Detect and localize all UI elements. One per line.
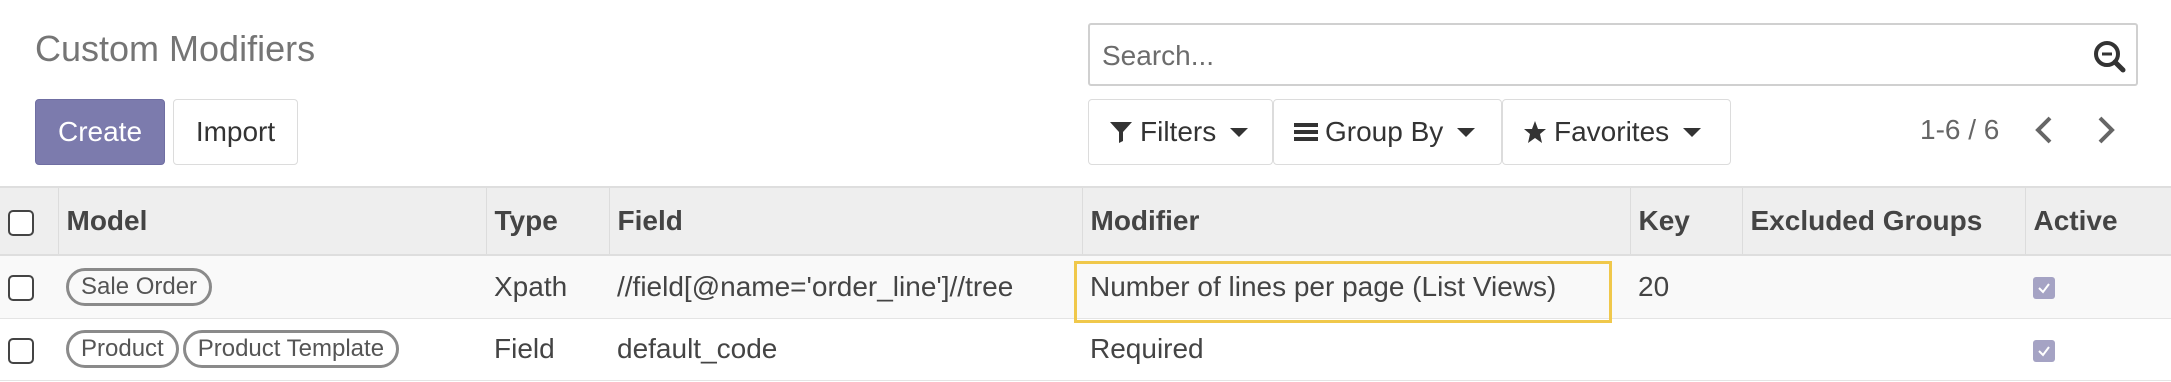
chevron-down-icon bbox=[1457, 127, 1476, 137]
group-by-dropdown[interactable]: Group By bbox=[1273, 99, 1502, 165]
column-header-active[interactable]: Active bbox=[2025, 186, 2171, 256]
key-cell[interactable]: 20 bbox=[1630, 255, 1742, 319]
table-row[interactable]: Sale Order Xpath //field[@name='order_li… bbox=[0, 255, 2171, 319]
chevron-down-icon bbox=[1683, 127, 1702, 137]
column-header-type[interactable]: Type bbox=[486, 186, 610, 256]
table-row[interactable]: Product Product Template Field default_co… bbox=[0, 318, 2171, 381]
chevron-left-icon[interactable] bbox=[2030, 112, 2060, 148]
chevron-right-icon[interactable] bbox=[2090, 112, 2120, 148]
type-cell[interactable]: Field bbox=[486, 318, 609, 381]
select-all-cell bbox=[0, 186, 59, 256]
type-cell[interactable]: Xpath bbox=[486, 255, 609, 319]
pager-value[interactable]: 1-6 / 6 bbox=[1920, 114, 1999, 146]
field-cell[interactable]: default_code bbox=[609, 318, 1082, 381]
active-checkbox[interactable] bbox=[2033, 339, 2055, 362]
row-checkbox[interactable] bbox=[8, 275, 34, 302]
column-header-field[interactable]: Field bbox=[609, 186, 1083, 256]
model-cell[interactable]: Product Product Template bbox=[58, 318, 486, 381]
search-bar bbox=[1088, 23, 2138, 86]
table-header: Model Type Field Modifier Key Excluded G… bbox=[0, 186, 2171, 256]
chevron-down-icon bbox=[1230, 127, 1249, 137]
key-cell[interactable] bbox=[1630, 318, 1742, 381]
row-select-cell bbox=[0, 255, 58, 319]
model-tag: Product Template bbox=[182, 330, 400, 368]
modifier-cell[interactable]: Number of lines per page (List Views) bbox=[1082, 255, 1630, 319]
search-input[interactable] bbox=[1100, 25, 2064, 86]
model-tag: Sale Order bbox=[66, 267, 213, 306]
excluded-groups-cell[interactable] bbox=[1742, 255, 2025, 319]
checkmark-icon bbox=[2038, 283, 2050, 294]
favorites-label: Favorites bbox=[1554, 116, 1670, 147]
favorites-dropdown[interactable]: Favorites bbox=[1502, 99, 1731, 165]
select-all-checkbox[interactable] bbox=[8, 209, 34, 236]
modifiers-table: Model Type Field Modifier Key Excluded G… bbox=[0, 186, 2171, 381]
excluded-groups-cell[interactable] bbox=[1742, 318, 2025, 381]
active-checkbox[interactable] bbox=[2033, 277, 2055, 300]
star-icon bbox=[1524, 121, 1546, 143]
field-cell[interactable]: //field[@name='order_line']//tree bbox=[609, 255, 1082, 319]
active-cell[interactable] bbox=[2025, 318, 2171, 381]
row-select-cell bbox=[0, 318, 58, 381]
group-by-label: Group By bbox=[1325, 116, 1444, 147]
checkmark-icon bbox=[2038, 346, 2050, 357]
filter-icon bbox=[1110, 122, 1132, 143]
filters-dropdown[interactable]: Filters bbox=[1088, 99, 1273, 165]
row-checkbox[interactable] bbox=[8, 337, 34, 364]
column-header-model[interactable]: Model bbox=[58, 186, 487, 256]
active-cell[interactable] bbox=[2025, 255, 2171, 319]
filters-label: Filters bbox=[1140, 116, 1217, 147]
column-header-modifier[interactable]: Modifier bbox=[1082, 186, 1631, 256]
create-button[interactable]: Create bbox=[35, 99, 165, 165]
column-header-excluded-groups[interactable]: Excluded Groups bbox=[1742, 186, 2026, 256]
model-tag: Product bbox=[66, 330, 179, 368]
search-icon[interactable] bbox=[2092, 39, 2126, 73]
modifier-cell[interactable]: Required bbox=[1082, 318, 1630, 381]
import-button[interactable]: Import bbox=[173, 99, 298, 165]
model-cell[interactable]: Sale Order bbox=[58, 255, 486, 319]
list-icon bbox=[1294, 123, 1318, 141]
column-header-key[interactable]: Key bbox=[1630, 186, 1743, 256]
page-title: Custom Modifiers bbox=[35, 28, 316, 69]
